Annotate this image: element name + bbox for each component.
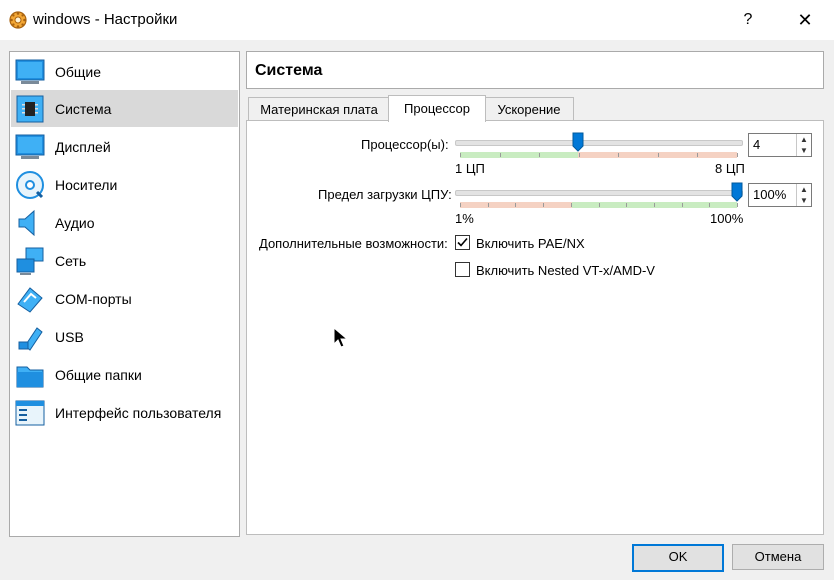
sidebar-item-user-interface[interactable]: Интерфейс пользователя [11,394,238,431]
virtualbox-app-icon [9,11,27,29]
slider-tick [571,203,572,207]
nested-vtx-checkbox[interactable] [455,262,470,277]
sidebar-item-system[interactable]: Система [11,90,238,127]
cpu-limit-slider-track[interactable] [455,190,743,196]
display-icon [15,134,45,159]
sidebar-item-storage[interactable]: Носители [11,166,238,203]
shared-folder-icon [16,366,44,388]
tab-processor[interactable]: Процессор [388,95,486,122]
slider-tick [654,203,655,207]
sidebar-item-usb[interactable]: USB [11,318,238,355]
title-bar: windows - Настройки ? ✕ [0,0,834,40]
slider-tick [539,153,540,157]
slider-tick [488,203,489,207]
spin-up-icon[interactable]: ▲ [797,134,811,145]
tab-label: Процессор [404,101,470,116]
usb-icon [18,327,43,351]
sidebar-item-label: Сеть [55,253,87,269]
tab-label: Материнская плата [260,102,378,117]
serial-port-icon [17,287,43,313]
cpu-limit-spinbox[interactable]: 100% ▲ ▼ [748,183,812,207]
system-chip-icon [16,95,44,123]
slider-tick [579,153,580,157]
pae-nx-checkbox[interactable] [455,235,470,250]
slider-tick [682,203,683,207]
slider-tick [618,153,619,157]
slider-tick [543,203,544,207]
section-header: Система [246,51,824,89]
sidebar-item-label: Интерфейс пользователя [55,405,222,421]
spin-down-icon[interactable]: ▼ [797,145,811,156]
processor-count-label: Процессор(ы): [361,137,449,152]
slider-tick [697,153,698,157]
slider-tick [658,153,659,157]
tab-motherboard[interactable]: Материнская плата [248,97,390,120]
ok-button[interactable]: OK [632,544,724,572]
processor-slider-thumb[interactable] [572,132,584,152]
storage-disc-icon [16,171,44,199]
sidebar-item-label: COM-порты [55,291,132,307]
slider-tick [737,203,738,207]
slider-tick [515,203,516,207]
page-title: Система [255,62,323,79]
extended-features-label: Дополнительные возможности: [259,236,448,251]
mouse-cursor-icon [333,327,349,348]
sidebar-item-label: Носители [55,177,118,193]
slider-tick [460,203,461,207]
slider-tick [709,203,710,207]
cpu-limit-band-warn [460,202,572,208]
sidebar-item-label: Общие папки [55,367,142,383]
processor-slider-track[interactable] [455,140,743,146]
cancel-button[interactable]: Отмена [732,544,824,570]
tab-label: Ускорение [497,102,561,117]
slider-tick [500,153,501,157]
sidebar-item-shared-folders[interactable]: Общие папки [11,356,238,393]
user-interface-icon [15,400,45,426]
slider-tick [626,203,627,207]
settings-sidebar: Общие Система Дисплей Носители Аудио Сет… [9,51,240,537]
tab-acceleration[interactable]: Ускорение [484,97,574,120]
close-button[interactable]: ✕ [792,8,818,32]
sidebar-item-label: Общие [55,64,102,80]
cpu-limit-min-label: 1% [455,211,474,226]
processor-max-label: 8 ЦП [715,161,745,176]
cpu-limit-label: Предел загрузки ЦПУ: [318,187,452,202]
sidebar-item-general[interactable]: Общие [11,53,238,90]
spin-arrows: ▲ ▼ [796,184,811,206]
slider-tick [460,153,461,157]
sidebar-item-network[interactable]: Сеть [11,242,238,279]
cpu-limit-slider-thumb[interactable] [731,182,743,202]
cpu-limit-value: 100% [753,187,787,202]
sidebar-item-label: USB [55,329,84,345]
sidebar-item-label: Система [55,101,112,117]
pae-nx-label: Включить PAE/NX [476,236,585,251]
audio-speaker-icon [18,209,35,237]
sidebar-item-com-ports[interactable]: COM-порты [11,280,238,317]
window-title: windows - Настройки [33,11,178,28]
processor-count-spinbox[interactable]: 4 ▲ ▼ [748,133,812,157]
sidebar-item-audio[interactable]: Аудио [11,204,238,241]
sidebar-item-display[interactable]: Дисплей [11,128,238,165]
spin-arrows: ▲ ▼ [796,134,811,156]
processor-band-good [460,152,578,158]
checkmark-icon [457,237,468,247]
nested-vtx-label: Включить Nested VT-x/AMD-V [476,263,655,278]
network-icon [16,247,44,275]
general-icon [15,59,45,84]
processor-count-value: 4 [753,137,761,152]
slider-tick [599,203,600,207]
spin-up-icon[interactable]: ▲ [797,184,811,195]
spin-down-icon[interactable]: ▼ [797,195,811,206]
help-button[interactable]: ? [736,9,760,31]
cpu-limit-max-label: 100% [710,211,744,226]
sidebar-item-label: Аудио [55,215,95,231]
slider-tick [737,153,738,157]
processor-min-label: 1 ЦП [455,161,485,176]
sidebar-item-label: Дисплей [55,139,111,155]
